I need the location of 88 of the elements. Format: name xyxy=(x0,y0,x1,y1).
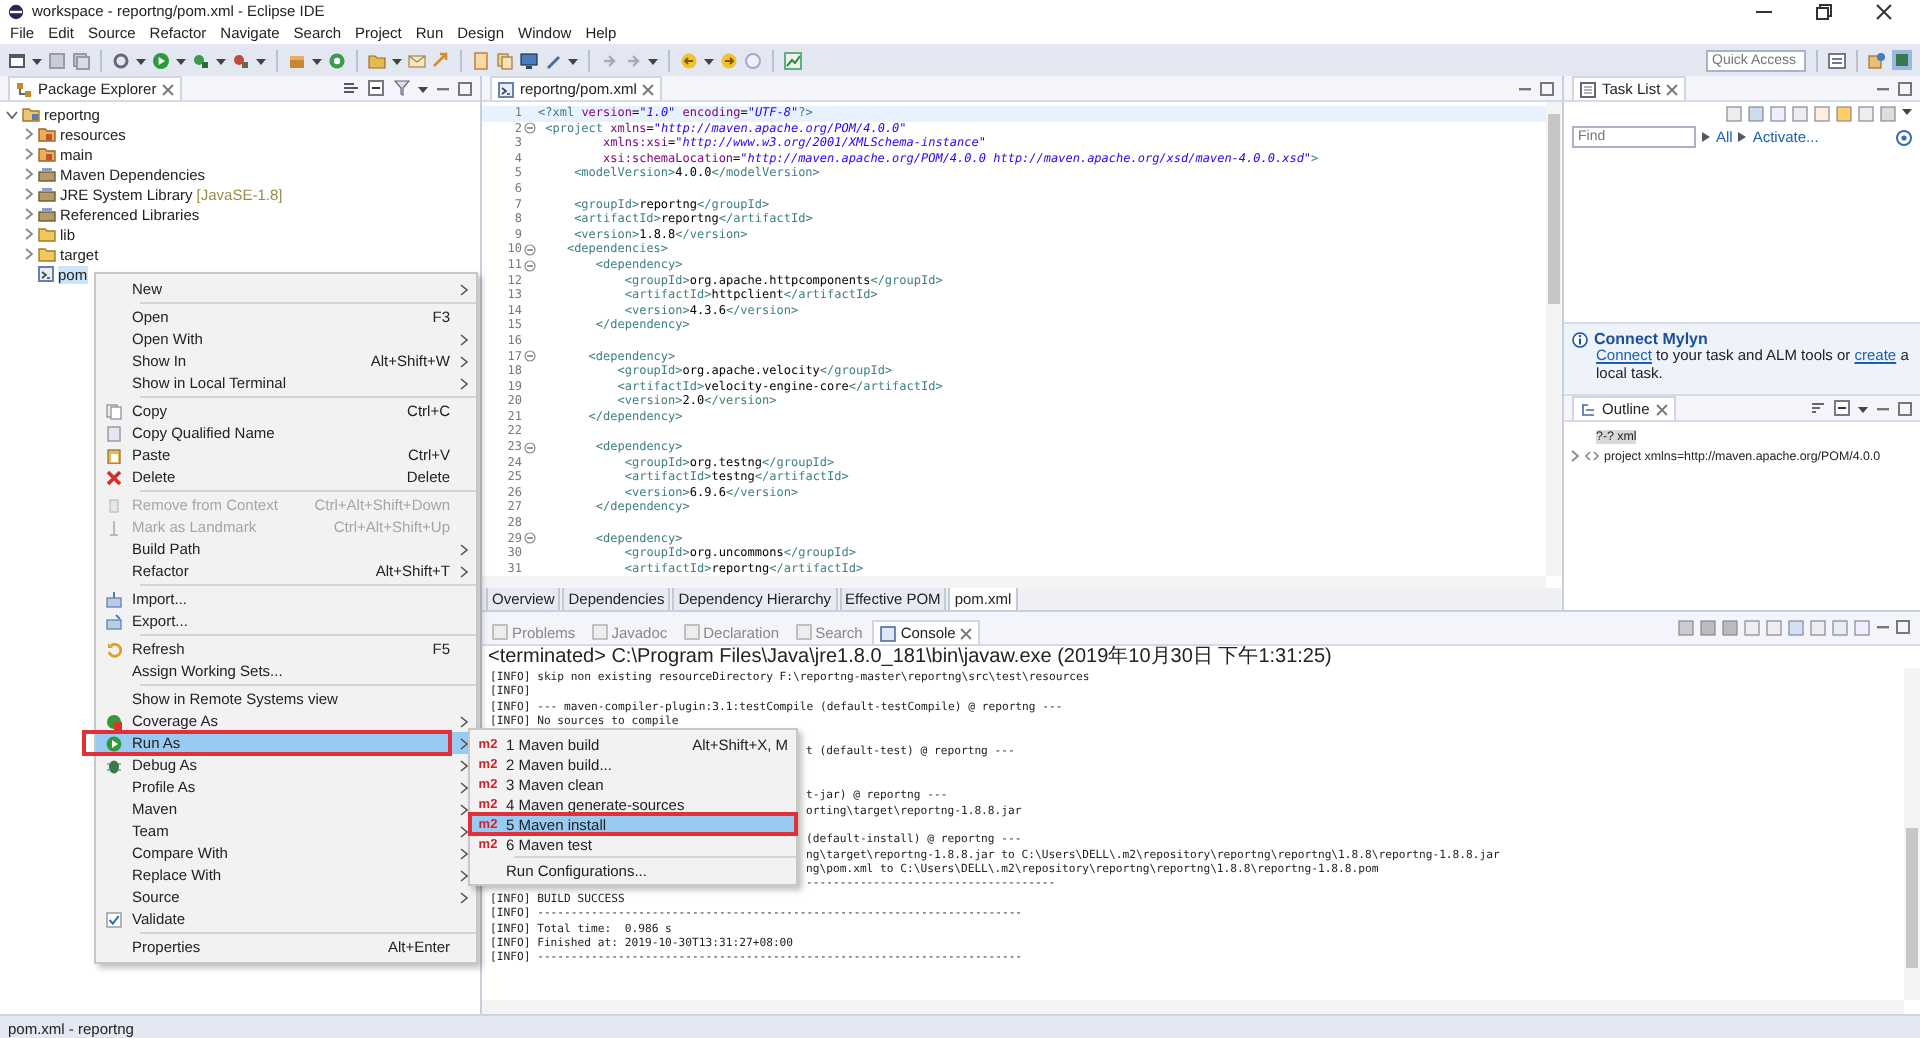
open-folder-icon[interactable] xyxy=(368,51,386,69)
maximize-icon[interactable] xyxy=(1896,620,1910,634)
scrollbar[interactable] xyxy=(1904,668,1920,1000)
caret-icon[interactable] xyxy=(176,55,186,65)
caret-icon[interactable] xyxy=(392,55,402,65)
collapse-all-icon[interactable] xyxy=(1834,400,1850,416)
gear-icon[interactable] xyxy=(112,51,130,69)
library-icon xyxy=(38,166,56,182)
task-list-icon xyxy=(1580,81,1596,97)
panel-title: Connect Mylyn xyxy=(1594,330,1708,348)
fold-icon[interactable] xyxy=(524,244,536,257)
play-icon[interactable] xyxy=(152,51,170,69)
caret-icon[interactable] xyxy=(648,55,658,65)
xml-file-icon xyxy=(498,81,514,97)
caret-icon[interactable] xyxy=(136,55,146,65)
context-icon xyxy=(106,497,122,513)
copy-icon xyxy=(106,403,122,419)
xml-file-icon xyxy=(38,266,54,282)
package-explorer-icon xyxy=(16,81,32,97)
maximize-icon[interactable] xyxy=(458,81,472,95)
help-icon[interactable] xyxy=(1896,129,1912,145)
package-folder-icon xyxy=(38,126,56,142)
restore-icon[interactable] xyxy=(1816,3,1832,19)
caret-icon[interactable] xyxy=(256,55,266,65)
fold-icon[interactable] xyxy=(524,532,536,545)
arrow-icon[interactable] xyxy=(600,51,618,69)
envelope-icon[interactable] xyxy=(408,51,426,69)
package-folder-icon xyxy=(38,146,56,162)
caret-icon[interactable] xyxy=(216,55,226,65)
fold-icon[interactable] xyxy=(524,441,536,454)
delete-icon xyxy=(106,469,122,485)
maximize-icon[interactable] xyxy=(1898,81,1912,95)
caret-icon[interactable] xyxy=(32,55,42,65)
close-icon[interactable] xyxy=(1876,3,1892,19)
console-icon xyxy=(880,625,897,641)
fold-icon[interactable] xyxy=(524,259,536,272)
package-icon[interactable] xyxy=(288,51,306,69)
fold-icon[interactable] xyxy=(524,350,536,363)
process-label: <terminated> C:\Program Files\Java\jre1.8.0_181\bin\javaw.exe (2019年10月30日 下午1:31:25) xyxy=(486,646,1334,668)
play-icon xyxy=(106,735,122,751)
document-stack-icon[interactable] xyxy=(496,51,514,69)
caret-icon[interactable] xyxy=(568,55,578,65)
coverage-icon xyxy=(106,713,122,729)
info-icon xyxy=(1572,331,1588,347)
library-icon xyxy=(38,186,56,202)
pen-icon[interactable] xyxy=(544,51,562,69)
scrollbar[interactable] xyxy=(482,576,1546,588)
checkbox-icon xyxy=(106,911,122,927)
chart-icon[interactable] xyxy=(784,51,802,69)
scrollbar-thumb[interactable] xyxy=(1906,828,1918,968)
outline-icon xyxy=(1580,401,1596,417)
pin-arrow-icon[interactable] xyxy=(432,51,450,69)
maximize-icon[interactable] xyxy=(1540,81,1554,95)
sort-icon[interactable] xyxy=(1810,400,1826,416)
triangle-icon xyxy=(1738,132,1747,142)
monitor-icon[interactable] xyxy=(520,51,538,69)
circle-icon[interactable] xyxy=(744,51,762,69)
scrollbar[interactable] xyxy=(482,1000,1904,1014)
library-icon xyxy=(38,206,56,222)
landmark-icon xyxy=(106,519,122,535)
fold-icon[interactable] xyxy=(524,122,536,135)
document-icon xyxy=(106,425,122,441)
caret-icon[interactable] xyxy=(312,55,322,65)
class-icon[interactable] xyxy=(328,51,346,69)
maximize-icon[interactable] xyxy=(1898,401,1912,415)
scrollbar[interactable] xyxy=(1546,102,1562,576)
caret-icon[interactable] xyxy=(1858,403,1868,413)
caret-icon[interactable] xyxy=(1902,106,1912,116)
back-arrow-icon[interactable] xyxy=(680,51,698,69)
window-icon[interactable] xyxy=(8,51,26,69)
caret-icon[interactable] xyxy=(418,83,428,93)
project-folder-icon xyxy=(22,106,40,122)
arrow-icon[interactable] xyxy=(624,51,642,69)
document-icon[interactable] xyxy=(472,51,490,69)
triangle-icon xyxy=(1702,132,1710,142)
perspective-icon[interactable] xyxy=(1828,51,1846,69)
export-icon xyxy=(106,613,122,629)
scrollbar-thumb[interactable] xyxy=(1548,114,1560,304)
filter-icon[interactable] xyxy=(394,80,410,96)
collapse-all-icon[interactable] xyxy=(368,80,386,96)
disks-icon[interactable] xyxy=(72,51,90,69)
refresh-icon xyxy=(106,641,122,657)
tag-icon xyxy=(1584,450,1600,462)
import-icon xyxy=(106,591,122,607)
clipboard-icon xyxy=(106,447,122,463)
forward-arrow-icon[interactable] xyxy=(720,51,738,69)
link-icon[interactable] xyxy=(342,80,360,96)
caret-icon[interactable] xyxy=(704,55,714,65)
